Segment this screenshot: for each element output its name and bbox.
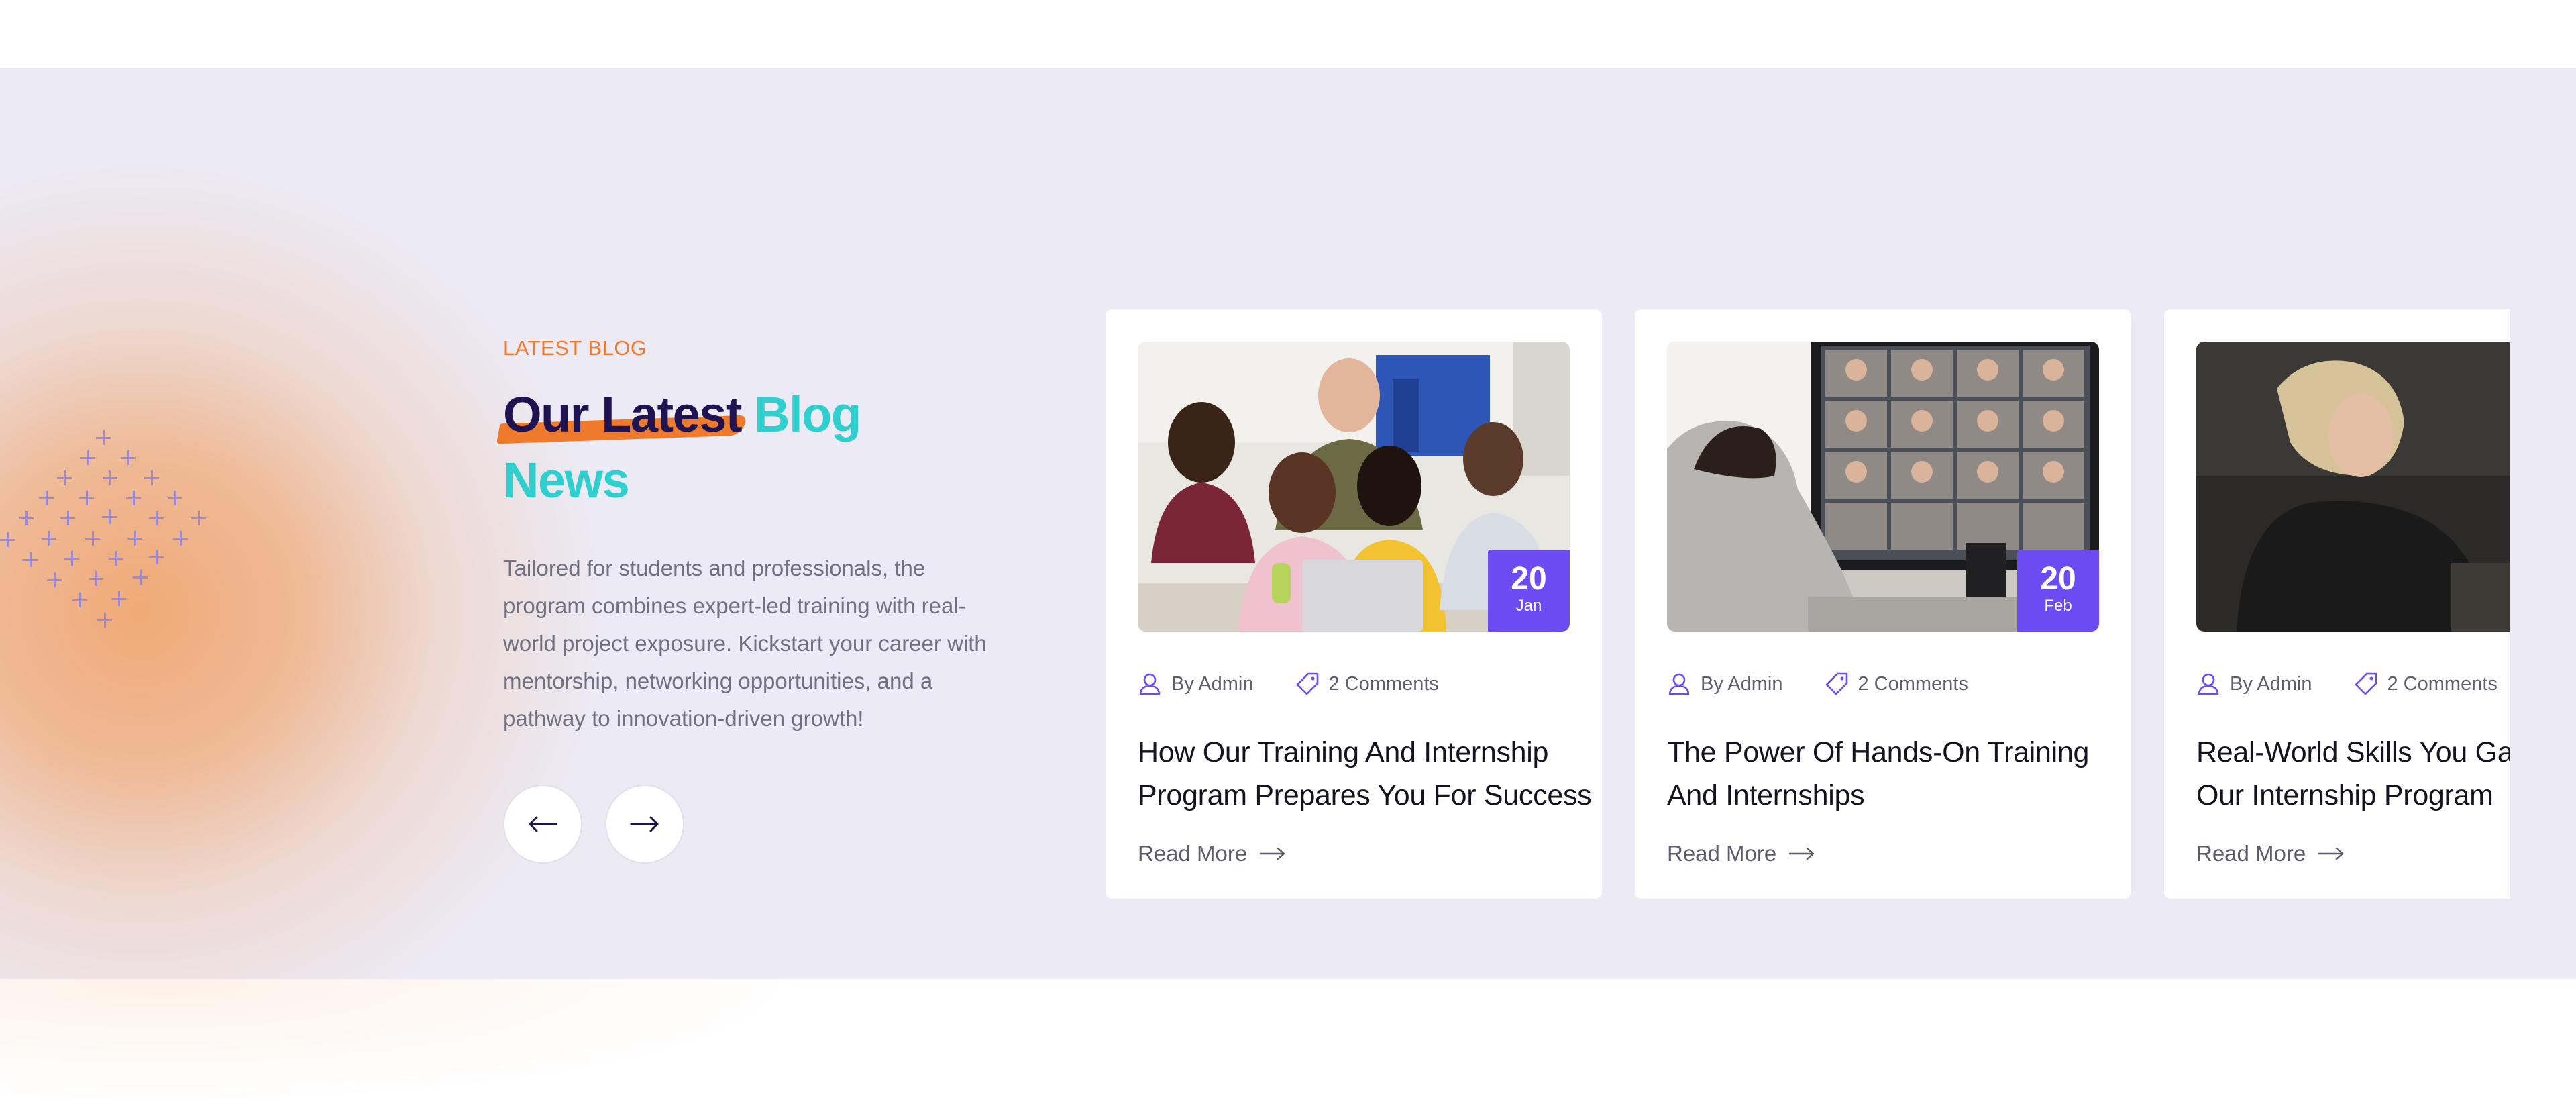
arrow-right-icon [630,816,659,832]
blog-card: 20 Feb By Admin 2 Comments The Power Of … [1635,309,2131,899]
tag-icon [2355,672,2377,695]
comments-label[interactable]: 2 Comments [2387,673,2498,695]
author-label[interactable]: By Admin [1171,673,1254,695]
read-more-link[interactable]: Read More [2196,841,2345,866]
user-icon [2198,673,2219,695]
arrow-right-icon [2318,847,2344,860]
section-title: Our Latest Blog News [496,382,1013,513]
tag-icon [1296,672,1318,695]
author-meta: By Admin [2196,672,2312,696]
blog-card: 20 Jan By Admin 2 Comments How Our Train… [1106,309,1602,899]
comments-meta: 2 Comments [1825,672,1968,696]
author-label[interactable]: By Admin [2230,673,2312,695]
blog-card-title[interactable]: How Our Training And Internship Program … [1138,731,1592,817]
arrow-right-icon [1260,847,1285,860]
date-badge: 20 Jan [1488,550,1570,632]
blog-card-slider: 20 Jan By Admin 2 Comments How Our Train… [1106,309,2510,900]
blog-intro: LATEST BLOG Our Latest Blog News Tailore… [496,336,1013,864]
user-icon [1668,673,1690,695]
plus-pattern-decoration [0,423,221,652]
blog-section: LATEST BLOG Our Latest Blog News Tailore… [0,68,2576,979]
page: LATEST BLOG Our Latest Blog News Tailore… [0,0,2576,1104]
blog-image[interactable]: 20 Feb [1667,342,2099,632]
title-highlight: Our Latest [496,387,747,444]
author-meta: By Admin [1667,672,1783,696]
comments-meta: 2 Comments [1295,672,1439,696]
bottom-glow-decoration [0,979,805,1104]
section-eyebrow: LATEST BLOG [503,336,647,360]
date-badge: 20 Feb [2017,550,2099,632]
arrow-left-icon [529,816,557,832]
blog-image[interactable] [2196,342,2510,632]
tag-icon [1825,672,1847,695]
blog-image[interactable]: 20 Jan [1138,342,1570,632]
blog-card-title[interactable]: The Power Of Hands-On Training And Inter… [1667,731,2110,817]
slider-nav [503,785,1013,864]
author-meta: By Admin [1138,672,1254,696]
prev-slide-button[interactable] [503,785,582,864]
read-more-link[interactable]: Read More [1138,841,1286,866]
post-meta: By Admin 2 Comments [1138,672,1481,696]
blog-card: By Admin 2 Comments Real-World Skills Yo… [2164,309,2510,899]
read-more-link[interactable]: Read More [1667,841,1815,866]
post-meta: By Admin 2 Comments [1667,672,2010,696]
comments-label[interactable]: 2 Comments [1329,673,1439,695]
arrow-right-icon [1789,847,1815,860]
section-description: Tailored for students and professionals,… [503,556,987,731]
comments-meta: 2 Comments [2354,672,2498,696]
blog-card-title[interactable]: Real-World Skills You Gain Our Internshi… [2196,731,2510,817]
comments-label[interactable]: 2 Comments [1858,673,1968,695]
next-slide-button[interactable] [605,785,684,864]
author-label[interactable]: By Admin [1701,673,1783,695]
user-icon [1139,673,1161,695]
post-meta: By Admin 2 Comments [2196,672,2510,696]
